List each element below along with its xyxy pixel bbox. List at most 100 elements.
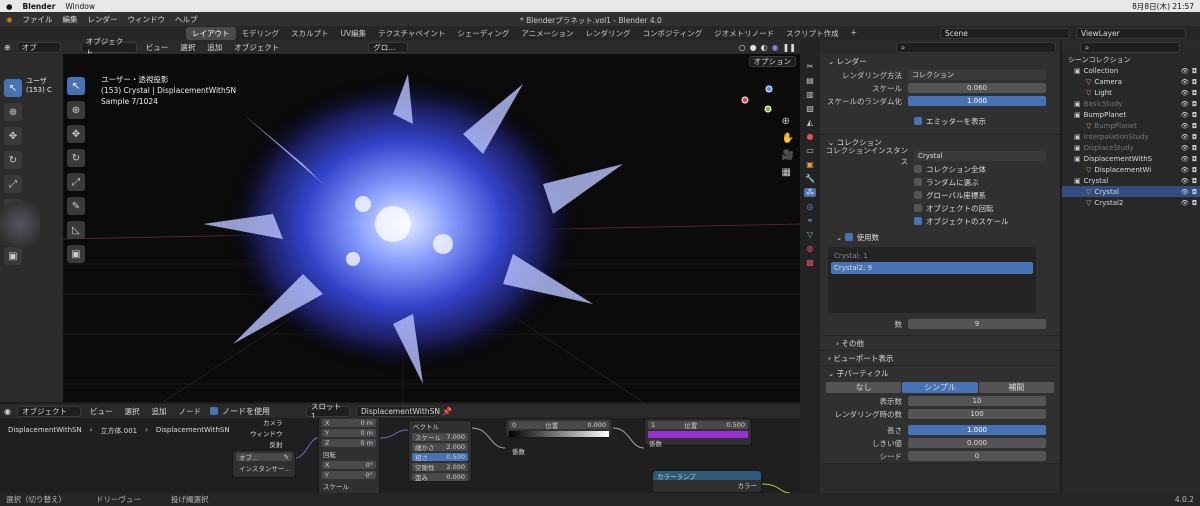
object-field[interactable]: オブ... ✎	[236, 453, 292, 462]
orientation-dropdown[interactable]: グロ...	[368, 41, 409, 53]
move-tool-icon[interactable]: ✥	[4, 127, 22, 145]
length-field[interactable]: 1.000	[908, 425, 1046, 435]
move-icon[interactable]: ✥	[67, 125, 85, 143]
wire-shading-icon[interactable]: ○	[739, 43, 746, 52]
output-tab-icon[interactable]: ▥	[806, 90, 814, 99]
toggle-sidebar-icon[interactable]: ❚❚	[783, 43, 796, 52]
material-field[interactable]: DisplacementWithSN	[355, 405, 440, 417]
tool-tab-icon[interactable]: ✂	[807, 62, 814, 71]
tex-coord-node[interactable]: オブ... ✎ インスタンサー...	[232, 450, 296, 478]
modifier-tab-icon[interactable]: 🔧	[805, 174, 815, 183]
add-workspace-icon[interactable]: +	[845, 27, 863, 40]
visibility-icon[interactable]: 👁	[1181, 78, 1189, 86]
visibility-icon[interactable]: 👁	[1181, 155, 1189, 163]
check-object-scale[interactable]: オブジェクトのスケール	[820, 215, 1060, 227]
tab-sculpt[interactable]: スカルプト	[285, 27, 335, 40]
render-as-dropdown[interactable]: コレクション	[908, 70, 1046, 80]
add-cube-icon[interactable]: ▣	[67, 245, 85, 263]
visibility-icon[interactable]: 👁	[1181, 177, 1189, 185]
child-tab-interp[interactable]: 補間	[978, 382, 1054, 393]
color-ramp-node-3[interactable]: カラーランプ カラー	[652, 470, 762, 493]
list-item[interactable]: Crystal2: 9	[831, 262, 1033, 274]
scale-field[interactable]: 0.060	[908, 83, 1046, 93]
camera-icon[interactable]: ◘	[1192, 100, 1197, 108]
apple-icon[interactable]: ●	[6, 2, 13, 11]
select-box-icon[interactable]: ↖	[67, 77, 85, 95]
node-menu-view[interactable]: ビュー	[87, 406, 116, 417]
use-nodes-toggle[interactable]: ノードを使用	[209, 406, 270, 417]
node-menu-select[interactable]: 選択	[121, 406, 142, 417]
cursor-tool-icon[interactable]: ⊕	[4, 103, 22, 121]
material-shading-icon[interactable]: ◐	[761, 43, 768, 52]
menu-edit[interactable]: 編集	[63, 14, 78, 25]
left-viewport[interactable]: ↖ ⊕ ✥ ↻ ⤢ ✎ ◺ ▣ ユーザ(153) C	[0, 54, 63, 402]
menu-add[interactable]: 追加	[204, 42, 225, 53]
outliner-row[interactable]: ▣ BumpPlanet 👁 ◘	[1062, 109, 1200, 120]
menu-file[interactable]: ファイル	[23, 14, 53, 25]
visibility-icon[interactable]: 👁	[1181, 199, 1189, 207]
window-menu[interactable]: Window	[65, 2, 95, 11]
object-tab-icon[interactable]: ▣	[806, 160, 814, 169]
scale-random-field[interactable]: 1.000	[908, 96, 1046, 106]
check-pick-random[interactable]: ランダムに選ぶ	[820, 176, 1060, 188]
noise-texture-node[interactable]: ベクトル スケール 7.000 細かさ 2.000 粗さ 0.500 空隙性 2.000…	[408, 420, 472, 482]
camera-icon[interactable]: ◘	[1192, 177, 1197, 185]
menu-render[interactable]: レンダー	[88, 14, 118, 25]
scale-tool-icon[interactable]: ⤢	[4, 175, 22, 193]
child-tab-none[interactable]: なし	[826, 382, 902, 393]
outliner-row[interactable]: ▣ DisplaceStudy 👁 ◘	[1062, 142, 1200, 153]
tab-animation[interactable]: アニメーション	[515, 27, 579, 40]
node-menu-node[interactable]: ノード	[175, 406, 204, 417]
rotate-icon[interactable]: ↻	[67, 149, 85, 167]
outliner-row[interactable]: ▽ DisplacementWi 👁 ◘	[1062, 164, 1200, 175]
menu-help[interactable]: ヘルプ	[175, 14, 198, 25]
outliner-row[interactable]: ▽ Camera 👁 ◘	[1062, 76, 1200, 87]
select-tool-icon[interactable]: ↖	[4, 79, 22, 97]
mapping-node[interactable]: X0 m Y0 m Z0 m 回転 X 0° Y 0° スケール	[318, 418, 380, 493]
rotate-tool-icon[interactable]: ↻	[4, 151, 22, 169]
visibility-icon[interactable]: 👁	[1181, 100, 1189, 108]
visibility-icon[interactable]: 👁	[1181, 89, 1189, 97]
visibility-icon[interactable]: 👁	[1181, 67, 1189, 75]
show-emitter-check[interactable]: エミッターを表示	[820, 115, 1060, 127]
scene-field[interactable]: Scene	[940, 27, 1070, 39]
render-tab-icon[interactable]: ▤	[806, 76, 814, 85]
tab-shading[interactable]: シェーディング	[451, 27, 515, 40]
mode-dropdown[interactable]: オブジェクト...	[80, 37, 137, 57]
instance-list[interactable]: Crystal: 1 Crystal2: 9	[828, 247, 1036, 313]
camera-icon[interactable]: ◘	[1192, 78, 1197, 86]
annotate-icon[interactable]: ✎	[67, 197, 85, 215]
threshold-field[interactable]: 0.000	[908, 438, 1046, 448]
scene-tab-icon[interactable]: ◭	[807, 118, 813, 127]
editor-type-icon[interactable]: ⊕	[4, 43, 11, 52]
node-mode-dropdown[interactable]: オブジェクト	[16, 405, 81, 417]
blender-logo-icon[interactable]: ◉	[6, 15, 13, 24]
menu-window[interactable]: ウィンドウ	[128, 14, 166, 25]
zoom-icon[interactable]: ⊕	[782, 116, 794, 127]
camera-icon[interactable]: ◘	[1192, 133, 1197, 141]
visibility-icon[interactable]: 👁	[1181, 188, 1189, 196]
tab-rendering[interactable]: レンダリング	[580, 27, 637, 40]
outliner-row[interactable]: ▣ Collection 👁 ◘	[1062, 65, 1200, 76]
outliner-row[interactable]: ▽ Crystal2 👁 ◘	[1062, 197, 1200, 208]
visibility-icon[interactable]: 👁	[1181, 166, 1189, 174]
pin-icon[interactable]: 📌	[442, 407, 452, 416]
options-dropdown[interactable]: オプション	[748, 56, 796, 67]
visibility-icon[interactable]: 👁	[1181, 122, 1189, 130]
child-tab-simple[interactable]: シンプル	[902, 382, 978, 393]
tab-modeling[interactable]: モデリング	[236, 27, 286, 40]
cursor-icon[interactable]: ⊕	[67, 101, 85, 119]
solid-shading-icon[interactable]: ●	[750, 43, 757, 52]
render-section-header[interactable]: ⌄ レンダー	[820, 54, 1060, 68]
3d-viewport[interactable]: ↖ ⊕ ✥ ↻ ⤢ ✎ ◺ ▣ ユーザー・透視投影 (153) Crystal …	[63, 54, 800, 402]
color-ramp-node-1[interactable]: 0 位置 0.000	[505, 418, 613, 438]
tab-scripting[interactable]: スクリプト作成	[780, 27, 845, 40]
outliner-row[interactable]: ▽ BumpPlanet 👁 ◘	[1062, 120, 1200, 131]
menu-object[interactable]: オブジェクト	[231, 42, 282, 53]
render-shading-icon[interactable]: ◉	[772, 43, 779, 52]
camera-icon[interactable]: ◘	[1192, 166, 1197, 174]
scene-collection-row[interactable]: シーンコレクション	[1062, 54, 1200, 65]
display-amount-field[interactable]: 10	[908, 396, 1046, 406]
other-section-header[interactable]: › その他	[820, 336, 1060, 350]
constraint-tab-icon[interactable]: ⚭	[807, 216, 814, 225]
